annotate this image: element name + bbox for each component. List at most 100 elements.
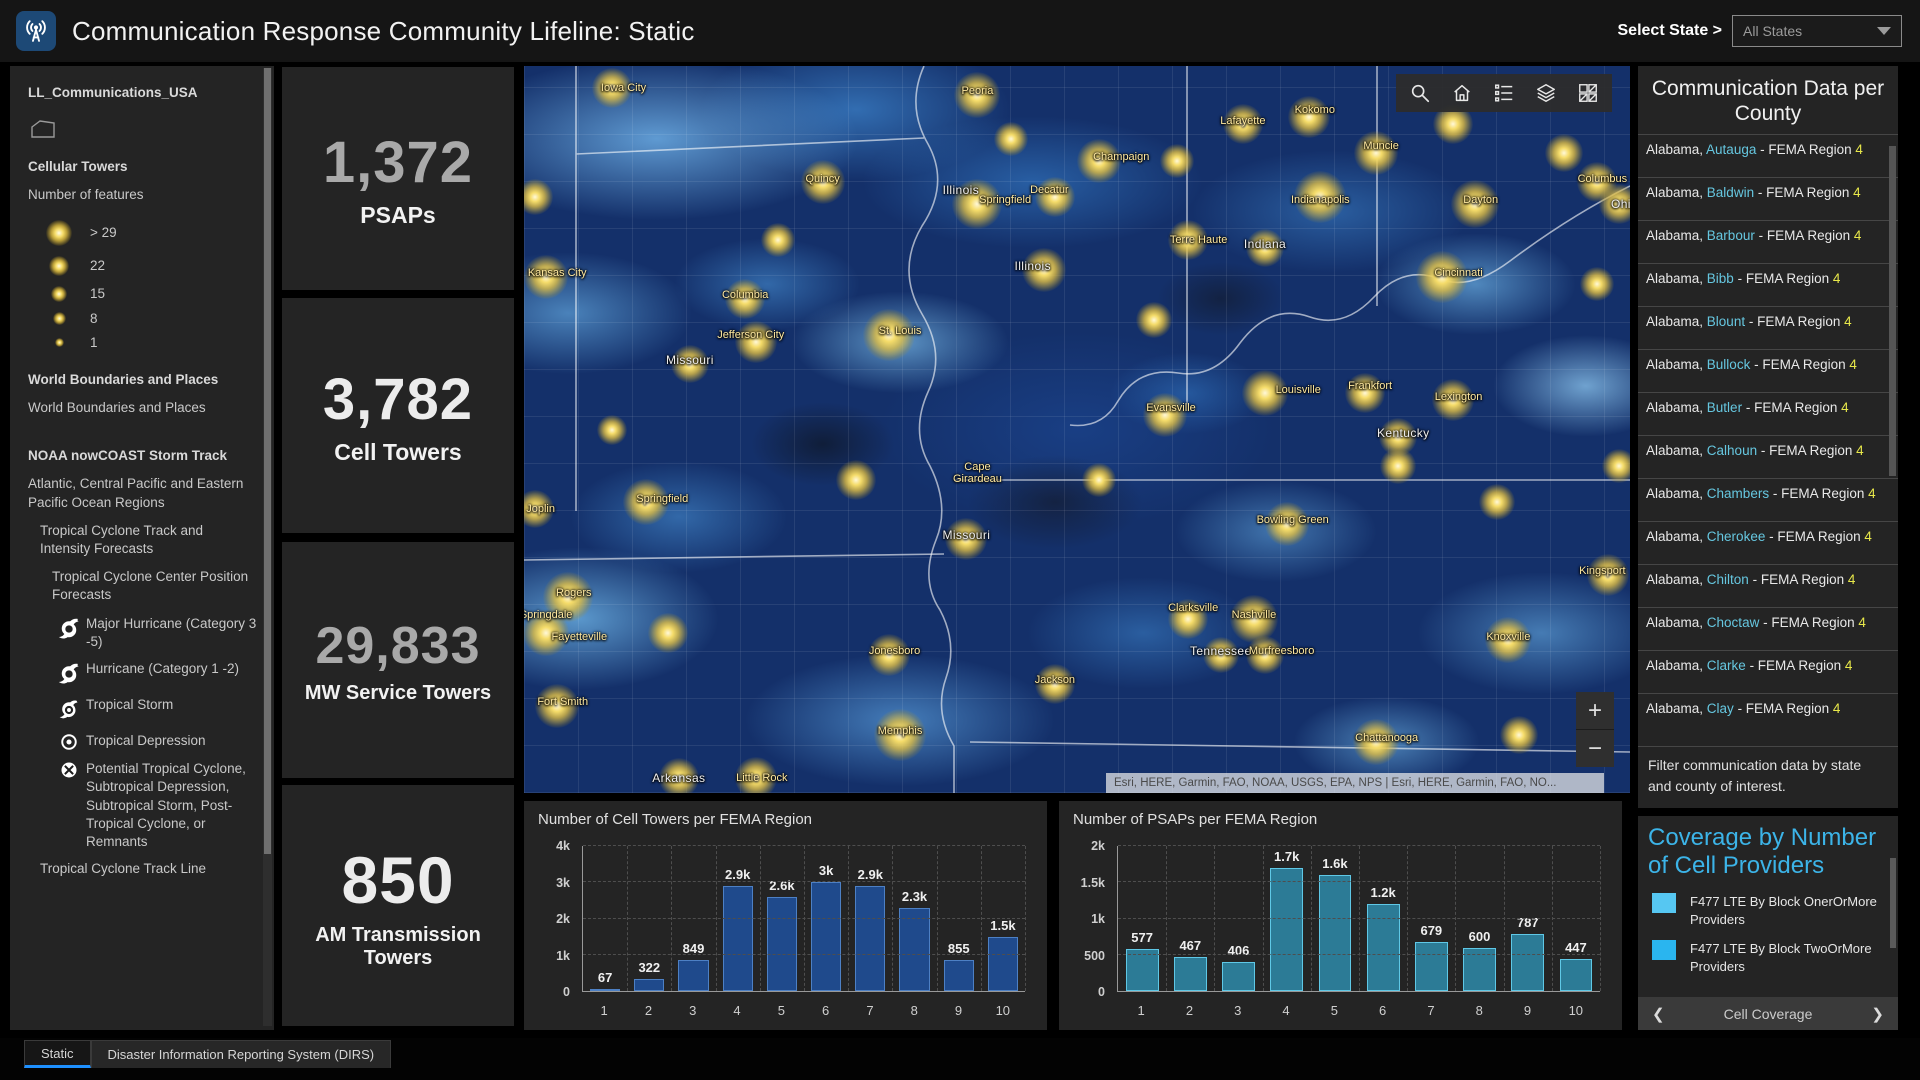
y-tick-label: 2k — [556, 912, 570, 926]
coverage-legend-panel: Coverage by Number of Cell Providers F47… — [1638, 816, 1898, 1030]
county-list-item[interactable]: Alabama, Bibb - FEMA Region 4 — [1638, 263, 1898, 306]
bar-fema-region-9[interactable] — [1511, 934, 1544, 991]
coverage-scrollbar-thumb[interactable] — [1890, 858, 1896, 948]
bar-fema-region-3[interactable] — [1222, 962, 1255, 991]
coverage-map[interactable]: Iowa CityPeoriaKokomoLafayetteMuncieCham… — [524, 66, 1630, 793]
legend-storm-label: Major Hurricane (Category 3 -5) — [86, 615, 268, 651]
pager-prev-icon[interactable]: ❮ — [1652, 1005, 1665, 1023]
home-icon[interactable] — [1450, 81, 1474, 105]
psaps-label: PSAPs — [360, 202, 435, 229]
county-list-item[interactable]: Alabama, Chambers - FEMA Region 4 — [1638, 478, 1898, 521]
zoom-in-button[interactable]: + — [1576, 692, 1614, 729]
bar-fema-region-10[interactable] — [988, 937, 1018, 991]
county-list-item[interactable]: Alabama, Chilton - FEMA Region 4 — [1638, 564, 1898, 607]
bar-fema-region-7[interactable] — [855, 886, 885, 991]
pager-label: Cell Coverage — [1724, 1006, 1813, 1022]
fema-region-number: 4 — [1848, 572, 1856, 587]
bar-fema-region-2[interactable] — [1174, 957, 1207, 991]
legend-list-icon[interactable] — [1492, 81, 1516, 105]
tab-static[interactable]: Static — [24, 1040, 91, 1068]
basemap-gallery-icon[interactable] — [1576, 81, 1600, 105]
state-borders-layer — [524, 66, 1630, 793]
search-icon[interactable] — [1408, 81, 1432, 105]
x-tick-label: 7 — [1407, 1003, 1455, 1018]
county-list-item[interactable]: Alabama, Bullock - FEMA Region 4 — [1638, 349, 1898, 392]
chart-x-axis: 12345678910 — [1117, 1003, 1600, 1018]
psaps-count: 1,372 — [323, 129, 473, 196]
county-list-item[interactable]: Alabama, Baldwin - FEMA Region 4 — [1638, 177, 1898, 220]
map-state-label: Arkansas — [652, 771, 705, 785]
hurricane-icon — [52, 660, 86, 687]
x-tick-label: 2 — [626, 1003, 670, 1018]
county-scrollbar-thumb[interactable] — [1889, 146, 1896, 476]
county-list-item[interactable]: Alabama, Choctaw - FEMA Region 4 — [1638, 607, 1898, 650]
layers-icon[interactable] — [1534, 81, 1558, 105]
x-tick-label: 6 — [803, 1003, 847, 1018]
bar-fema-region-4[interactable] — [1270, 868, 1303, 991]
legend-center-item: Tropical Cyclone Center Position Forecas… — [28, 568, 268, 604]
stat-card-psaps: 1,372 PSAPs — [282, 67, 514, 290]
chart-plot-area: 5774674061.7k1.6k1.2k679600787447 — [1117, 846, 1600, 992]
county-list-item[interactable]: Alabama, Blount - FEMA Region 4 — [1638, 306, 1898, 349]
tower-density-dot-icon — [51, 286, 67, 302]
county-list-item[interactable]: Alabama, Clay - FEMA Region 4 — [1638, 693, 1898, 736]
county-list-item[interactable]: Alabama, Calhoun - FEMA Region 4 — [1638, 435, 1898, 478]
county-name: Chilton — [1707, 572, 1749, 587]
bar-fema-region-5[interactable] — [1319, 875, 1352, 991]
cell-tower-dot — [1479, 484, 1515, 520]
fema-region-number: 4 — [1854, 228, 1862, 243]
map-city-label: Indianapolis — [1291, 194, 1350, 206]
map-city-label: Kingsport — [1579, 565, 1625, 577]
bar-fema-region-1[interactable] — [1126, 949, 1159, 991]
x-tick-label: 1 — [1117, 1003, 1165, 1018]
map-city-label: Dayton — [1463, 194, 1498, 206]
county-list-item[interactable]: Alabama, Butler - FEMA Region 4 — [1638, 392, 1898, 435]
county-list-item[interactable]: Alabama, Autauga - FEMA Region 4 — [1638, 134, 1898, 177]
bar-fema-region-7[interactable] — [1415, 942, 1448, 991]
pager-next-icon[interactable]: ❯ — [1871, 1005, 1884, 1023]
map-city-label: Cape Girardeau — [941, 461, 1013, 485]
cell-tower-dot — [597, 415, 627, 445]
map-city-label: Louisville — [1276, 384, 1321, 396]
legend-storm-label: Hurricane (Category 1 -2) — [86, 660, 268, 678]
chart-y-axis: 05001k1.5k2k — [1073, 846, 1111, 992]
zoom-out-button[interactable]: − — [1576, 730, 1614, 767]
legend-dot-row: 8 — [28, 307, 268, 331]
bar-fema-region-9[interactable] — [944, 960, 974, 991]
coverage-legend-row: F477 LTE By Block OnerOrMore Providers — [1638, 883, 1898, 929]
cell-tower-dot — [1545, 134, 1583, 172]
county-list-item[interactable]: Alabama, Cherokee - FEMA Region 4 — [1638, 521, 1898, 564]
bar-fema-region-8[interactable] — [899, 908, 929, 991]
sidebar-scrollbar[interactable] — [263, 68, 272, 1026]
legend-dot-classes: > 29221581 — [28, 215, 268, 355]
bar-fema-region-2[interactable] — [634, 979, 664, 991]
map-state-label: Indiana — [1244, 237, 1286, 251]
legend-world-item: World Boundaries and Places — [28, 399, 268, 417]
legend-dot-label: 8 — [90, 310, 98, 328]
cell-towers-label: Cell Towers — [334, 439, 461, 466]
bar-fema-region-6[interactable] — [811, 882, 841, 991]
fema-region-number: 4 — [1858, 615, 1866, 630]
map-city-label: Springfield — [979, 194, 1031, 206]
county-panel-title: Communication Data per County — [1638, 66, 1898, 134]
county-list-item[interactable]: Alabama, Barbour - FEMA Region 4 — [1638, 220, 1898, 263]
state-select-dropdown[interactable]: All States — [1732, 15, 1902, 47]
y-tick-label: 500 — [1084, 949, 1105, 963]
am-towers-label: AM Transmission Towers — [282, 924, 514, 970]
chevron-down-icon — [1877, 27, 1891, 35]
county-list-item[interactable]: Alabama, Clarke - FEMA Region 4 — [1638, 650, 1898, 693]
legend-dot-label: 1 — [90, 334, 98, 352]
bar-fema-region-10[interactable] — [1560, 959, 1593, 991]
legend-storm-row: Tropical Depression — [28, 732, 268, 751]
bar-fema-region-3[interactable] — [678, 960, 708, 991]
bar-fema-region-1[interactable] — [590, 989, 620, 991]
bar-fema-region-5[interactable] — [767, 897, 797, 991]
legend-storm-row: Hurricane (Category 1 -2) — [28, 660, 268, 687]
bar-fema-region-4[interactable] — [723, 886, 753, 991]
sidebar-scrollbar-thumb[interactable] — [264, 68, 271, 854]
county-name: Bullock — [1707, 357, 1751, 372]
map-city-label: Columbus — [1578, 173, 1628, 185]
tab-disaster-information-reporting-system-dirs[interactable]: Disaster Information Reporting System (D… — [91, 1040, 392, 1068]
zoom-controls: + − — [1576, 692, 1614, 767]
x-tick-label: 5 — [1310, 1003, 1358, 1018]
